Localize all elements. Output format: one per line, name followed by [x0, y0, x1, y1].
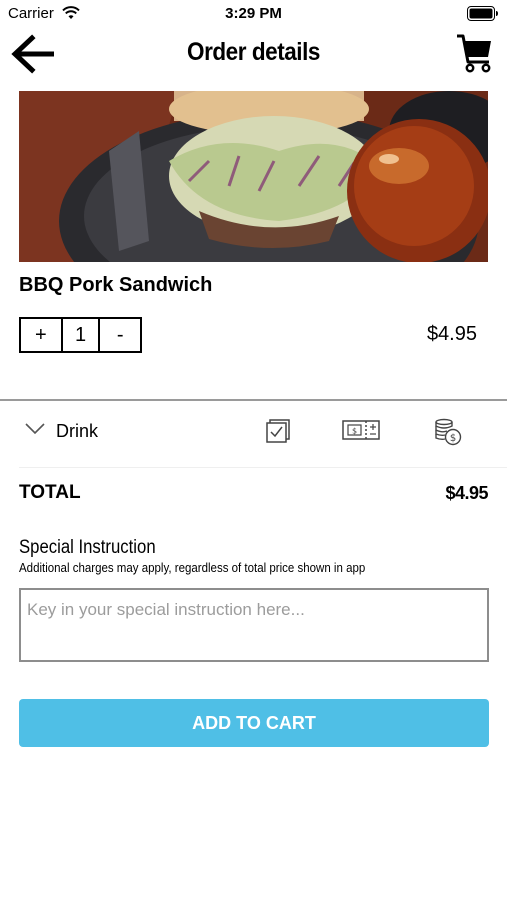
section-divider	[0, 399, 507, 401]
quantity-decrease-button[interactable]: -	[100, 319, 140, 351]
product-name: BBQ Pork Sandwich	[19, 274, 213, 296]
option-row-drink[interactable]: Drink $ $	[0, 410, 507, 456]
row-divider	[19, 467, 507, 468]
status-bar: Carrier 3:29 PM	[0, 0, 507, 28]
status-time: 3:29 PM	[225, 5, 282, 22]
special-instruction-input[interactable]	[19, 588, 489, 662]
cart-button[interactable]	[455, 32, 495, 74]
unit-price: $4.95	[426, 323, 477, 345]
product-image	[19, 91, 488, 262]
nav-bar: Order details	[0, 28, 507, 80]
option-label: Drink	[56, 421, 99, 441]
add-to-cart-button[interactable]: ADD TO CART	[19, 699, 489, 747]
checkbox-icon[interactable]	[265, 418, 291, 444]
quantity-stepper: + 1 -	[19, 317, 142, 353]
svg-text:$: $	[352, 427, 357, 436]
total-value: $4.95	[445, 483, 488, 503]
battery-icon	[467, 6, 498, 21]
page-title: Order details	[187, 38, 320, 66]
svg-text:$: $	[450, 433, 456, 444]
quantity-increase-button[interactable]: +	[21, 319, 61, 351]
chevron-down-icon	[25, 423, 45, 435]
total-label: TOTAL	[19, 482, 81, 503]
cart-icon	[457, 34, 491, 73]
special-instruction-title: Special Instruction	[19, 537, 156, 558]
quantity-value: 1	[60, 319, 101, 351]
coins-icon[interactable]: $	[434, 418, 462, 446]
ticket-icon[interactable]: $	[342, 418, 380, 442]
special-instruction-note: Additional charges may apply, regardless…	[19, 561, 366, 575]
